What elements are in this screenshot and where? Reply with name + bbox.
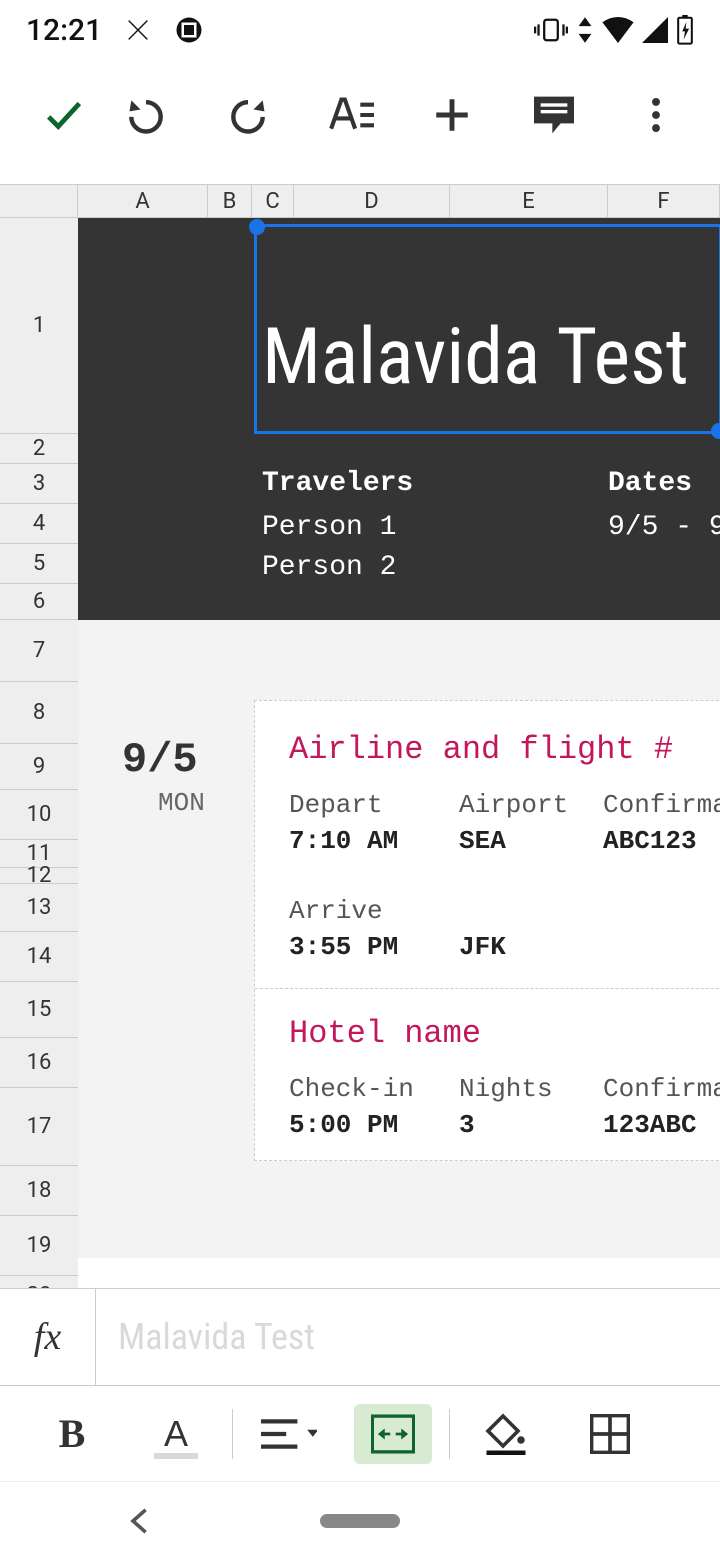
column-header-e[interactable]: E bbox=[450, 185, 608, 217]
arrive-airport[interactable]: JFK bbox=[459, 932, 603, 962]
format-toolbar: B A bbox=[0, 1386, 720, 1482]
fx-icon: fx bbox=[0, 1289, 96, 1385]
depart-label: Depart bbox=[289, 790, 459, 820]
android-nav-bar bbox=[0, 1482, 720, 1560]
row-header-1[interactable]: 1 bbox=[0, 218, 78, 434]
day-weekday[interactable]: MON bbox=[158, 788, 205, 818]
traveler-2[interactable]: Person 2 bbox=[262, 552, 396, 583]
hotel-section-title[interactable]: Hotel name bbox=[289, 1015, 720, 1052]
column-headers: A B C D E F bbox=[0, 184, 720, 218]
format-text-button[interactable] bbox=[314, 79, 386, 151]
hotel-confirmation[interactable]: 123ABC bbox=[603, 1110, 720, 1140]
row-header-17[interactable]: 17 bbox=[0, 1088, 78, 1166]
row-header-6[interactable]: 6 bbox=[0, 584, 78, 620]
formula-bar: fx Malavida Test bbox=[0, 1288, 720, 1386]
undo-button[interactable] bbox=[110, 79, 182, 151]
checkin-time[interactable]: 5:00 PM bbox=[289, 1110, 459, 1140]
comment-button[interactable] bbox=[518, 79, 590, 151]
row-header-8[interactable]: 8 bbox=[0, 682, 78, 744]
vibrate-icon bbox=[534, 16, 568, 44]
top-toolbar bbox=[0, 60, 720, 170]
column-header-c[interactable]: C bbox=[252, 185, 294, 217]
formula-input[interactable]: Malavida Test bbox=[96, 1316, 720, 1358]
row-header-2[interactable]: 2 bbox=[0, 434, 78, 464]
sort-icon bbox=[576, 16, 594, 44]
row-header-10[interactable]: 10 bbox=[0, 790, 78, 840]
dates-label: Dates bbox=[608, 468, 692, 499]
row-header-19[interactable]: 19 bbox=[0, 1216, 78, 1276]
redo-button[interactable] bbox=[212, 79, 284, 151]
travelers-label: Travelers bbox=[262, 468, 413, 499]
row-headers: 1234567891011121314151617181920 bbox=[0, 218, 78, 1258]
column-header-b[interactable]: B bbox=[208, 185, 252, 217]
dates-value[interactable]: 9/5 - 9/8 bbox=[608, 512, 720, 543]
airport-label: Airport bbox=[459, 790, 603, 820]
sheet-title[interactable]: Malavida Test bbox=[262, 312, 689, 403]
flight-confirmation[interactable]: ABC123 bbox=[603, 826, 720, 856]
insert-button[interactable] bbox=[416, 79, 488, 151]
row-header-5[interactable]: 5 bbox=[0, 544, 78, 584]
spreadsheet-canvas[interactable]: Malavida Test Travelers Dates Person 1 P… bbox=[78, 218, 720, 1258]
selection-handle-bottom-right[interactable] bbox=[711, 423, 720, 439]
borders-button[interactable] bbox=[558, 1399, 662, 1469]
column-header-d[interactable]: D bbox=[294, 185, 450, 217]
row-header-3[interactable]: 3 bbox=[0, 464, 78, 504]
flight-confirmation-label: Confirmat bbox=[603, 790, 720, 820]
signal-icon bbox=[642, 17, 668, 43]
content-block: 9/5 MON Airline and flight # Depart Airp… bbox=[78, 620, 720, 1258]
row-header-7[interactable]: 7 bbox=[0, 620, 78, 682]
depart-time[interactable]: 7:10 AM bbox=[289, 826, 459, 856]
row-header-9[interactable]: 9 bbox=[0, 744, 78, 790]
row-header-13[interactable]: 13 bbox=[0, 884, 78, 932]
separator bbox=[232, 1409, 233, 1459]
depart-airport[interactable]: SEA bbox=[459, 826, 603, 856]
row-header-15[interactable]: 15 bbox=[0, 982, 78, 1038]
row-header-16[interactable]: 16 bbox=[0, 1038, 78, 1088]
status-time: 12:21 bbox=[26, 13, 102, 48]
row-header-4[interactable]: 4 bbox=[0, 504, 78, 544]
itinerary-card: Airline and flight # Depart Airport Conf… bbox=[254, 700, 720, 1161]
status-bar: 12:21 bbox=[0, 0, 720, 60]
row-header-12[interactable]: 12 bbox=[0, 868, 78, 884]
hotel-confirmation-label: Confirmat bbox=[603, 1074, 720, 1104]
selection-handle-top-left[interactable] bbox=[249, 219, 265, 235]
overflow-menu-button[interactable] bbox=[620, 79, 692, 151]
confirm-button[interactable] bbox=[28, 79, 100, 151]
column-header-a[interactable]: A bbox=[78, 185, 208, 217]
text-color-button[interactable]: A bbox=[124, 1399, 228, 1469]
fill-color-button[interactable] bbox=[454, 1399, 558, 1469]
traveler-1[interactable]: Person 1 bbox=[262, 512, 396, 543]
nights-value[interactable]: 3 bbox=[459, 1110, 603, 1140]
checkin-label: Check-in bbox=[289, 1074, 459, 1104]
merge-button[interactable] bbox=[341, 1399, 445, 1469]
row-header-14[interactable]: 14 bbox=[0, 932, 78, 982]
row-header-18[interactable]: 18 bbox=[0, 1166, 78, 1216]
close-thin-icon bbox=[124, 16, 152, 44]
flight-section-title[interactable]: Airline and flight # bbox=[289, 731, 720, 768]
day-date[interactable]: 9/5 bbox=[122, 736, 198, 784]
wifi-icon bbox=[602, 17, 634, 43]
app-icon bbox=[174, 15, 204, 45]
column-header-f[interactable]: F bbox=[608, 185, 720, 217]
header-block: Malavida Test Travelers Dates Person 1 P… bbox=[78, 218, 720, 620]
nights-label: Nights bbox=[459, 1074, 603, 1104]
align-button[interactable] bbox=[237, 1399, 341, 1469]
bold-button[interactable]: B bbox=[20, 1399, 124, 1469]
arrive-label: Arrive bbox=[289, 896, 459, 926]
corner-cell[interactable] bbox=[0, 185, 78, 217]
nav-home-pill[interactable] bbox=[320, 1514, 400, 1528]
battery-charging-icon bbox=[676, 15, 694, 45]
nav-back-button[interactable] bbox=[40, 1507, 240, 1535]
arrive-time[interactable]: 3:55 PM bbox=[289, 932, 459, 962]
card-divider bbox=[255, 988, 720, 989]
separator bbox=[449, 1409, 450, 1459]
